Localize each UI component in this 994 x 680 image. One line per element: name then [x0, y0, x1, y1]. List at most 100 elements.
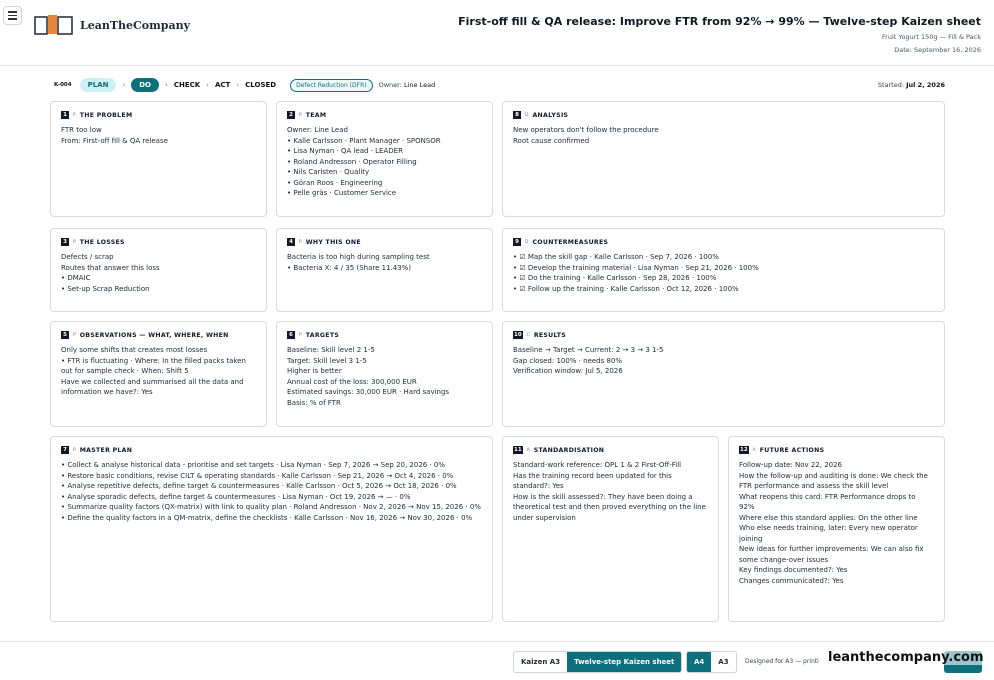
card-line: • ☑ Map the skill gap · Kalle Carlsson ·…: [513, 253, 719, 261]
card-losses: 3 P THE LOSSES Defects / scrap Routes that a…: [50, 228, 267, 312]
card-line: • Set-up Scrap Reduction: [61, 284, 150, 293]
card-line: Follow-up date: Nov 22, 2026: [739, 461, 843, 469]
card-line: Have we collected and summarised all the…: [61, 377, 244, 386]
card-line: • Roland Andresson · Operator Filling: [287, 157, 417, 166]
card-line: Key findings documented?: Yes: [739, 566, 848, 574]
step-number-badge: 9: [513, 238, 521, 246]
size-option-a3[interactable]: A3: [711, 652, 736, 672]
card-title: WHY THIS ONE: [305, 238, 361, 246]
menu-button[interactable]: [3, 6, 22, 25]
card-line: Has the training record been updated for…: [513, 471, 672, 480]
card-header: 3 P THE LOSSES: [61, 238, 256, 246]
phase-letter: P: [73, 112, 76, 118]
step-number-badge: 1: [61, 111, 69, 119]
card-title: COUNTERMEASURES: [532, 238, 609, 246]
card-title: RESULTS: [533, 331, 566, 339]
step-act[interactable]: ACT: [215, 81, 230, 89]
started-label: Started:: [877, 81, 905, 89]
paper-size-toggle: A4 A3: [686, 651, 737, 673]
step-number-badge: 6: [287, 331, 295, 339]
card-line: • ☑ Do the training · Kalle Carlsson · S…: [513, 274, 717, 282]
step-number-badge: 11: [513, 446, 523, 454]
status-bar: K-004 PLAN › DO › CHECK › ACT › CLOSED D…: [54, 76, 945, 94]
card-line: Standard-work reference: OPL 1 & 2 First…: [513, 461, 682, 469]
card-line: • FTR is fluctuating · Where: In the fil…: [61, 356, 246, 365]
card-line: • Analyse sporadic defects, define targe…: [61, 492, 411, 501]
card-observations: 5 P OBSERVATIONS — WHAT, WHERE, WHEN Only s…: [50, 321, 267, 427]
step-closed[interactable]: CLOSED: [245, 81, 276, 89]
card-line: FTR too low: [61, 126, 102, 134]
hamburger-icon-bar: [8, 14, 17, 17]
card-title: OBSERVATIONS — WHAT, WHERE, WHEN: [79, 331, 229, 339]
phase-letter: D: [525, 239, 529, 245]
card-line: FTR performance and assess the skill lev…: [739, 482, 889, 490]
card-line: • Summarize quality factors (QX-matrix) …: [61, 503, 481, 511]
hamburger-icon-bar: [8, 11, 17, 13]
step-separator: ›: [122, 81, 126, 89]
card-line: Target: Skill level 3 1-5: [287, 356, 367, 365]
watermark: leanthecompany.com: [828, 650, 984, 665]
step-do[interactable]: DO: [131, 78, 160, 92]
card-id: K-004: [54, 82, 72, 88]
card-line: • Göran Roos · Engineering: [287, 178, 383, 187]
phase-letter: P: [299, 239, 302, 245]
step-number-badge: 5: [61, 331, 69, 339]
card-line: Root cause confirmed: [513, 136, 590, 145]
card-line: • Restore basic conditions, revise CILT …: [61, 471, 454, 480]
card-line: Only some shifts that creates most losse…: [61, 346, 208, 354]
logo-mark-icon: [34, 15, 73, 35]
sheet-type-toggle: Kaizen A3 Twelve-step Kaizen sheet: [513, 651, 683, 673]
size-option-a4[interactable]: A4: [687, 652, 712, 672]
step-number-badge: 4: [287, 238, 295, 246]
card-line: some change-over issues: [739, 555, 829, 564]
card-line: • DMAIC: [61, 274, 91, 282]
card-line: Gap closed: 100% · needs 80%: [513, 356, 623, 365]
card-line: • Collect & analyse historical data - pr…: [61, 461, 446, 469]
card-team: 2 P TEAM Owner: Line Lead • Kalle Carlsson ·…: [276, 101, 493, 217]
step-number-badge: 3: [61, 238, 69, 246]
step-plan[interactable]: PLAN: [79, 78, 117, 92]
card-title: THE PROBLEM: [79, 111, 133, 119]
card-line: • ☑ Follow up the training · Kalle Carls…: [513, 284, 739, 293]
card-line: How is the skill assessed?: They have be…: [513, 492, 693, 501]
card-title: THE LOSSES: [79, 238, 125, 246]
header-divider: [0, 65, 994, 66]
step-separator: ›: [165, 81, 168, 89]
card-line: Who else needs training, later: Every ne…: [739, 524, 918, 532]
card-line: joining: [739, 534, 763, 543]
sheet-option-twelve-step[interactable]: Twelve-step Kaizen sheet: [567, 652, 682, 672]
card-line: Where else this standard applies: On the…: [739, 513, 918, 522]
phase-letter: A: [526, 447, 530, 453]
page-subtitle: Fruit Yogurt 150g — Fill & Pack: [881, 33, 981, 41]
card-line: theoretical test and then proved everyth…: [513, 503, 706, 511]
card-line: How the follow-up and auditing is done: …: [739, 471, 928, 480]
card-header: 5 P OBSERVATIONS — WHAT, WHERE, WHEN: [61, 331, 256, 339]
card-line: Baseline → Target → Current: 2 → 3 → 3 1…: [513, 346, 664, 354]
card-line: information we have?: Yes: [61, 388, 153, 396]
card-line: Estimated savings: 30,000 EUR · Hard sav…: [287, 388, 450, 396]
card-countermeasures: 9 D COUNTERMEASURES • ☑ Map the skill gap ·…: [502, 228, 945, 312]
card-line: New operators don't follow the procedure: [513, 126, 659, 134]
print-note: Designed for A3 — printi: [745, 658, 819, 665]
card-standardisation: 11 A STANDARDISATION Standard-work referenc…: [502, 436, 719, 622]
phase-letter: D: [525, 112, 529, 118]
card-why-this-one: 4 P WHY THIS ONE Bacteria is too high durin…: [276, 228, 493, 312]
step-number-badge: 2: [287, 111, 295, 119]
sheet-option-kaizen-a3[interactable]: Kaizen A3: [514, 652, 568, 672]
card-header: 4 P WHY THIS ONE: [287, 238, 482, 246]
card-header: 11 A STANDARDISATION: [513, 446, 708, 454]
footer-divider: [0, 641, 994, 642]
card-line: • Bacteria X: 4 / 35 (Share 11.43%): [287, 263, 412, 272]
phase-letter: A: [752, 447, 756, 453]
step-check[interactable]: CHECK: [174, 81, 200, 89]
card-line: Verification window: Jul 5, 2026: [513, 367, 623, 375]
owner-value: Line Lead: [403, 81, 436, 89]
owner-label: Owner:: [378, 81, 402, 89]
card-analysis: 8 D ANALYSIS New operators don't follow the…: [502, 101, 945, 217]
card-title: MASTER PLAN: [79, 446, 133, 454]
card-line: • Nils Carlsten · Quality: [287, 168, 370, 176]
started-field: Started: Jul 2, 2026: [878, 81, 945, 89]
card-line: out for sample check · When: Shift 5: [61, 367, 189, 375]
card-line: Basis: % of FTR: [287, 398, 341, 407]
card-header: 6 P TARGETS: [287, 331, 482, 339]
